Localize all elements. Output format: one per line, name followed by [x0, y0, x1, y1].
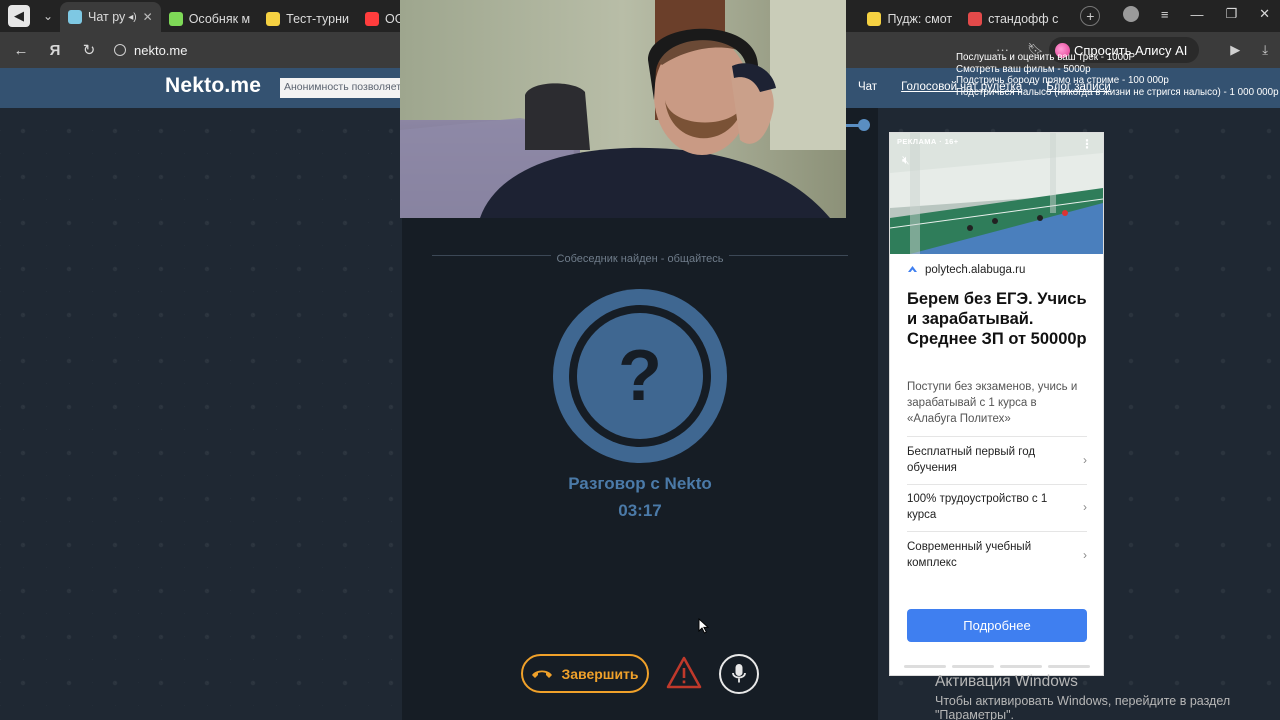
url-text: nekto.me	[134, 42, 188, 58]
site-logo[interactable]: Nekto.me	[165, 74, 261, 98]
ad-divider	[907, 484, 1087, 485]
browser-tab[interactable]: стандофф с	[960, 6, 1066, 32]
minimize-icon[interactable]: —	[1190, 7, 1203, 22]
slider-handle[interactable]	[858, 119, 870, 131]
ad-divider	[907, 531, 1087, 532]
tab-audio-icon[interactable]: ◂)	[128, 12, 136, 23]
chevron-right-icon: ›	[1083, 500, 1087, 514]
webcam-video	[400, 0, 846, 218]
ad-headline[interactable]: Берем без ЕГЭ. Учись и зарабатывай. Сред…	[907, 289, 1095, 349]
nav-chat[interactable]: Чат	[858, 81, 877, 93]
report-warning-icon[interactable]	[666, 655, 702, 691]
stream-line: Подстричься налысо (никогда в жизни не с…	[956, 86, 1279, 98]
end-call-button[interactable]: Завершить	[521, 654, 649, 693]
activation-title: Активация Windows	[935, 673, 1078, 690]
ad-description: Поступи без экзаменов, учись и зарабатыв…	[907, 381, 1078, 425]
url-field[interactable]: nekto.me	[114, 43, 187, 58]
windows-activation-watermark: Активация Windows Чтобы активировать Win…	[935, 673, 1230, 720]
browser-tab[interactable]: Тест-турни	[258, 6, 357, 32]
polytech-logo-icon	[908, 265, 917, 272]
ad-video[interactable]: РЕКЛАМА · 16+ ⋮ 🔇︎	[890, 133, 1103, 254]
stream-line: Смотреть ваш фильм - 5000р	[956, 63, 1091, 75]
back-icon[interactable]: ←	[8, 42, 34, 59]
menu-icon[interactable]: ≡	[1161, 7, 1169, 22]
ad-feature-text: Бесплатный первый год обучения	[907, 446, 1036, 474]
question-mark-icon: ?	[618, 336, 662, 416]
call-status: Собеседник найден - общайтесь	[550, 253, 730, 265]
ad-feature-item[interactable]: Современный учебный комплекс ›	[907, 539, 1087, 571]
ad-site-link[interactable]: polytech.alabuga.ru	[907, 264, 1025, 276]
microphone-button[interactable]	[719, 654, 759, 694]
profile-avatar[interactable]	[1122, 6, 1139, 22]
ad-divider	[907, 436, 1087, 437]
mute-icon[interactable]: 🔇︎	[902, 153, 910, 168]
restore-icon[interactable]: ❐	[1225, 6, 1237, 22]
stream-line: Подстричь бороду прямо на стриме - 100 0…	[956, 75, 1169, 86]
window-controls: ≡ — ❐ ✕	[1122, 6, 1270, 22]
tab-label: стандофф с	[988, 12, 1059, 26]
ad-feature-text: 100% трудоустройство с 1 курса	[907, 493, 1048, 521]
ad-carousel-dots	[904, 665, 1090, 668]
ad-feature-item[interactable]: 100% трудоустройство с 1 курса ›	[907, 491, 1087, 523]
hangup-icon	[532, 670, 553, 678]
anonymous-avatar: ?	[553, 289, 727, 463]
microphone-icon	[732, 664, 746, 683]
carousel-dot[interactable]	[952, 665, 994, 668]
stream-line: Послушать и оценить ваш трек - 1000Р	[956, 52, 1136, 63]
activation-line: "Параметры".	[935, 708, 1014, 720]
tab-label: Чат ру	[88, 10, 126, 24]
tab-favicon-icon	[867, 12, 882, 26]
browser-tab[interactable]: Пудж: смот	[859, 6, 960, 32]
tab-label: Пудж: смот	[887, 12, 953, 26]
stream-price-overlay: Послушать и оценить ваш трек - 1000Р Смо…	[956, 52, 1279, 98]
ad-card[interactable]: РЕКЛАМА · 16+ ⋮ 🔇︎ polytech.alabuga.ru Б…	[889, 132, 1104, 676]
more-vertical-icon[interactable]: ⋮	[1081, 137, 1093, 151]
ad-details-button[interactable]: Подробнее	[907, 609, 1087, 642]
call-timer: 03:17	[618, 501, 662, 520]
tab-favicon-icon	[968, 12, 983, 26]
tab-favicon-icon	[68, 10, 82, 24]
browser-tab[interactable]: Особняк м	[161, 6, 258, 32]
browser-tab[interactable]: Чат ру ◂) ✕	[60, 2, 161, 32]
carousel-dot[interactable]	[904, 665, 946, 668]
ad-feature-item[interactable]: Бесплатный первый год обучения ›	[907, 444, 1087, 476]
yandex-icon[interactable]: Я	[42, 42, 68, 59]
chevron-down-icon[interactable]: ⌄	[36, 9, 60, 23]
call-title: Разговор с Nekto	[568, 474, 712, 493]
tab-favicon-icon	[266, 12, 281, 26]
close-tab-icon[interactable]: ✕	[143, 10, 153, 24]
tab-favicon-icon	[168, 12, 183, 26]
end-call-label: Завершить	[561, 665, 639, 682]
mouse-cursor-icon	[698, 618, 710, 634]
close-window-icon[interactable]: ✕	[1259, 6, 1270, 22]
chevron-right-icon: ›	[1083, 453, 1087, 467]
activation-line: Чтобы активировать Windows, перейдите в …	[935, 694, 1231, 708]
reload-icon[interactable]: ↻	[76, 41, 102, 59]
chevron-right-icon: ›	[1083, 548, 1087, 562]
new-tab-button[interactable]: +	[1080, 6, 1101, 26]
tab-favicon-icon	[364, 12, 379, 26]
site-info-icon[interactable]	[114, 44, 126, 56]
speaker-icon[interactable]: ◀	[8, 5, 30, 27]
tab-label: Тест-турни	[286, 12, 349, 26]
site-tagline: Анонимность позволяет ра	[280, 78, 402, 98]
carousel-dot[interactable]	[1048, 665, 1090, 668]
tab-label: Особняк м	[188, 12, 251, 26]
ad-label: РЕКЛАМА · 16+	[897, 137, 959, 146]
background-pattern-left	[0, 108, 402, 720]
ad-site-text: polytech.alabuga.ru	[925, 264, 1026, 276]
ad-feature-text: Современный учебный комплекс	[907, 541, 1032, 569]
carousel-dot[interactable]	[1000, 665, 1042, 668]
